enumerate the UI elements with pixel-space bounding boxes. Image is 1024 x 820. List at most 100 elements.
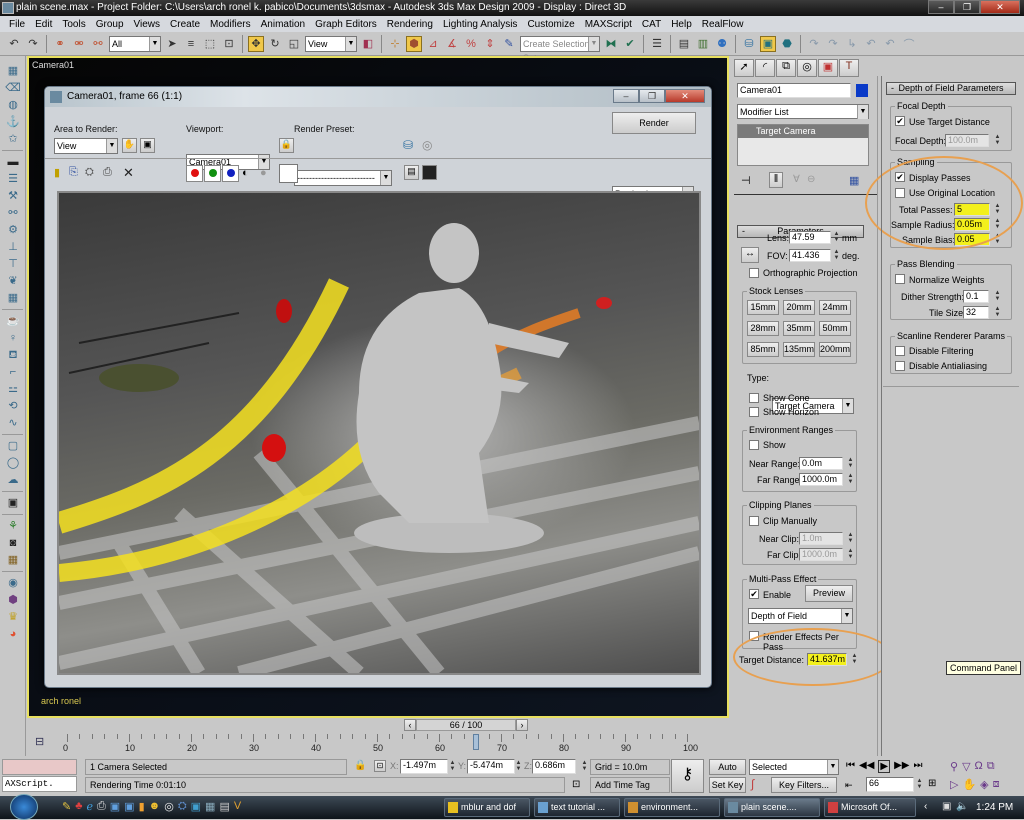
selection-filter-dropdown[interactable]: All ▼	[109, 35, 161, 52]
stack-item-target-camera[interactable]: Target Camera	[738, 125, 868, 138]
toggle-icon[interactable]: ▬	[5, 155, 21, 169]
selection-lock-icon[interactable]: 🔒	[354, 760, 366, 771]
z-coordinate-field[interactable]: 0.686m	[532, 759, 576, 774]
lens-15mm-button[interactable]: 15mm	[747, 300, 779, 315]
menu-file[interactable]: File	[4, 19, 30, 30]
cat-tool-6-icon[interactable]: ⌒	[901, 36, 917, 52]
maxscript-mini-listener[interactable]: AXScript.	[2, 776, 77, 792]
green-channel-toggle[interactable]	[204, 165, 221, 182]
menu-animation[interactable]: Animation	[256, 19, 310, 30]
absolute-mode-icon[interactable]: ⊡	[374, 760, 386, 772]
select-and-rotate-icon[interactable]: ↻	[267, 36, 283, 52]
auto-key-button[interactable]: Auto Key	[709, 759, 746, 786]
cat-tool-2-icon[interactable]: ↷	[825, 36, 841, 52]
focal-depth-spinner[interactable]: ▲ ▼	[993, 134, 1002, 147]
menu-realflow[interactable]: RealFlow	[697, 19, 749, 30]
task-environment[interactable]: environment...	[624, 798, 720, 817]
show-cone-checkbox[interactable]	[749, 393, 759, 403]
maximize-viewport-icon[interactable]: ⧉	[987, 760, 995, 773]
color-swatch[interactable]	[279, 164, 298, 183]
time-slider[interactable]: 66 / 100	[416, 719, 516, 731]
near-clip-field[interactable]: 1.0m	[799, 532, 843, 545]
blue-channel-toggle[interactable]	[222, 165, 239, 182]
display-icon[interactable]: ▣	[818, 59, 838, 77]
far-range-field[interactable]: 1000.0m	[799, 473, 843, 486]
cat-tool-4-icon[interactable]: ↶	[863, 36, 879, 52]
next-frame-button[interactable]: ›	[516, 719, 528, 731]
modify-icon[interactable]: ◜	[755, 59, 775, 77]
quicklaunch-desktop-icon[interactable]: ▣	[110, 800, 120, 813]
color-palette-icon[interactable]: ◕	[5, 627, 21, 641]
lens-35mm-button[interactable]: 35mm	[783, 321, 815, 336]
lens-200mm-button[interactable]: 200mm	[819, 342, 851, 357]
camera-icon[interactable]: ◙	[5, 536, 21, 550]
named-selection-sets-dropdown[interactable]: Create Selection Set▼	[520, 35, 600, 63]
auto-region-icon[interactable]: ▣	[140, 138, 155, 153]
select-and-link-icon[interactable]: ⚭	[52, 36, 68, 52]
stack-icon[interactable]: ☰	[5, 172, 21, 186]
key-mode-toggle-icon[interactable]: ⇤	[845, 780, 853, 791]
menu-group[interactable]: Group	[91, 19, 129, 30]
select-object-icon[interactable]: ➤	[164, 36, 180, 52]
current-frame-field[interactable]: 66	[866, 777, 914, 792]
squares-icon[interactable]: ▢	[5, 439, 21, 453]
frame-spinner[interactable]: ▲ ▼	[915, 778, 924, 791]
dither-strength-field[interactable]: 0.1	[963, 290, 989, 303]
film-icon[interactable]: ▦	[5, 553, 21, 567]
min-max-toggle-icon[interactable]: ⧈	[993, 778, 1000, 791]
quicklaunch-photoshop-icon[interactable]: ▣	[191, 800, 201, 813]
close-button[interactable]: ✕	[665, 89, 705, 103]
orbit-camera-icon[interactable]: ◈	[980, 778, 988, 791]
quick-render-icon[interactable]: ⬣	[779, 36, 795, 52]
menu-help[interactable]: Help	[666, 19, 697, 30]
cube-icon[interactable]: ⬢	[5, 593, 21, 607]
quicklaunch-printer-icon[interactable]: ⎙	[97, 800, 106, 813]
far-range-spinner[interactable]: ▲ ▼	[846, 473, 855, 486]
quicklaunch-vray-icon[interactable]: V	[234, 800, 241, 813]
pivot-center-icon[interactable]: ◧	[360, 36, 376, 52]
render-preset-dropdown[interactable]: -------------------------- ▼	[294, 170, 392, 186]
shoe-icon[interactable]: ⌐	[5, 365, 21, 379]
near-clip-spinner[interactable]: ▲ ▼	[846, 532, 855, 545]
scene-explorer-icon[interactable]: ⚘	[5, 519, 21, 533]
cat-tool-3-icon[interactable]: ↳	[844, 36, 860, 52]
menu-modifiers[interactable]: Modifiers	[205, 19, 256, 30]
angle-snap-icon[interactable]: ∡	[444, 36, 460, 52]
menu-lighting-analysis[interactable]: Lighting Analysis	[438, 19, 523, 30]
fov-field[interactable]: 41.436	[789, 249, 831, 262]
save-image-icon[interactable]: ▮	[54, 166, 60, 179]
pin2-icon[interactable]: ⊤	[5, 257, 21, 271]
key-filters-button[interactable]: Key Filters...	[771, 777, 837, 793]
percent-snap-icon[interactable]: %	[463, 36, 479, 52]
orbit-icon[interactable]: Ω	[975, 760, 983, 773]
gear-icon[interactable]: ⚙	[5, 223, 21, 237]
undo-icon[interactable]: ↶	[6, 36, 22, 52]
go-to-start-icon[interactable]: ⏮	[846, 760, 855, 773]
disable-filtering-checkbox[interactable]	[895, 346, 905, 356]
link-icon[interactable]: ⚯	[5, 206, 21, 220]
cat-tool-5-icon[interactable]: ↶	[882, 36, 898, 52]
task-text-tutorial[interactable]: text tutorial ...	[534, 798, 620, 817]
set-key-button[interactable]: Set Key	[709, 777, 746, 793]
monochrome-icon[interactable]: ◐	[242, 167, 249, 179]
rotate-icon[interactable]: ⟲	[5, 399, 21, 413]
quicklaunch-pen-icon[interactable]: ✎	[62, 800, 71, 813]
redo-icon[interactable]: ↷	[25, 36, 41, 52]
time-configuration-icon[interactable]: ⊞	[928, 778, 936, 789]
quicklaunch-ie-icon[interactable]: ℯ	[86, 800, 93, 813]
key-mode-dropdown[interactable]: Selected ▼	[749, 759, 839, 775]
fov-spinner[interactable]: ▲ ▼	[832, 249, 841, 262]
show-hidden-icons[interactable]: ‹	[924, 801, 927, 812]
figure-icon[interactable]: ♀	[5, 331, 21, 345]
pin-icon[interactable]: ⊥	[5, 240, 21, 254]
field-of-view-icon[interactable]: ▽	[962, 760, 970, 773]
time-tag-icon[interactable]: ⊡	[572, 779, 580, 790]
clock[interactable]: 1:24 PM	[976, 802, 1013, 813]
quicklaunch-3dsmax-icon[interactable]: ▦	[205, 800, 215, 813]
teapot-icon[interactable]: ☕	[5, 314, 21, 328]
circle-icon[interactable]: ◯	[5, 456, 21, 470]
select-and-scale-icon[interactable]: ◱	[286, 36, 302, 52]
minimize-button[interactable]: –	[928, 0, 954, 14]
preview-button[interactable]: Preview	[805, 585, 853, 602]
alpha-channel-icon[interactable]: ●	[260, 167, 267, 179]
